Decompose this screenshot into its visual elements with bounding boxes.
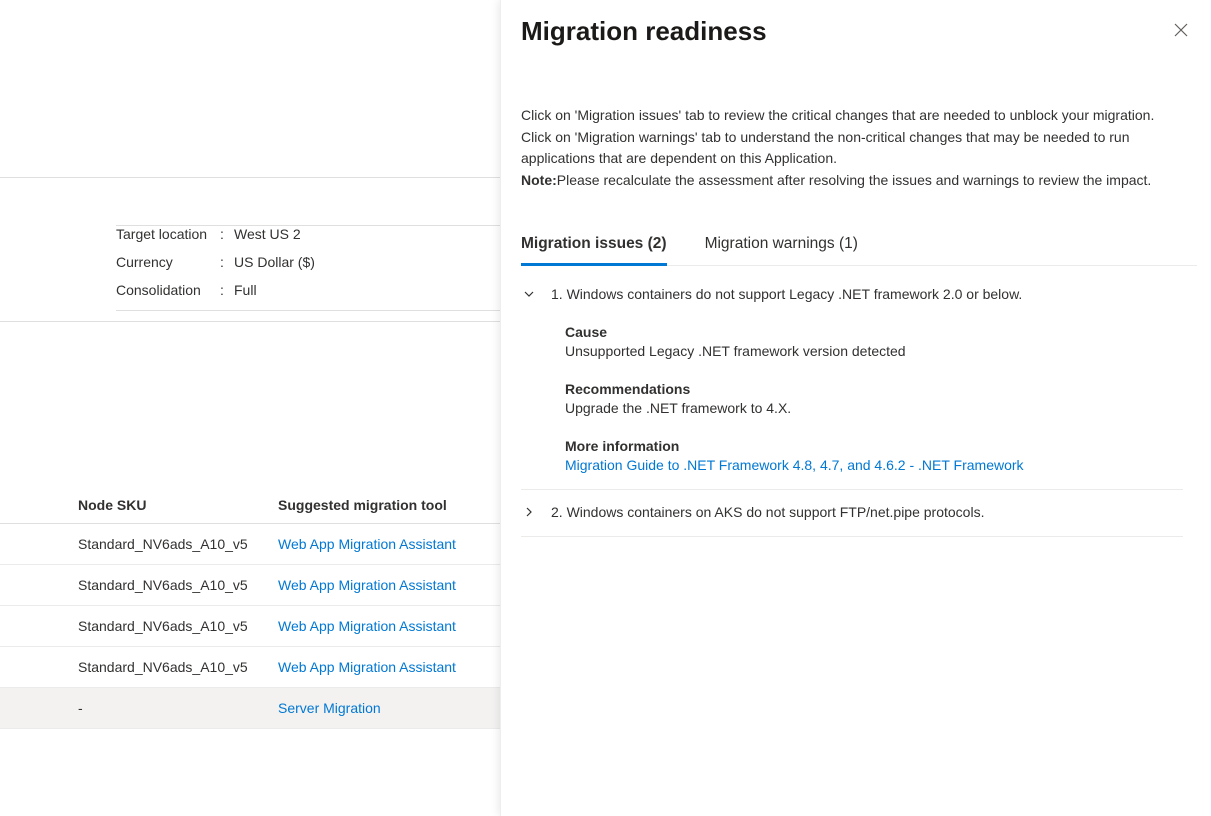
meta-value: Full xyxy=(234,282,257,298)
flyout-header: Migration readiness xyxy=(521,14,1197,47)
cause-label: Cause xyxy=(565,324,1183,340)
meta-colon: : xyxy=(220,226,234,242)
close-icon xyxy=(1174,23,1188,37)
recommendations-label: Recommendations xyxy=(565,381,1183,397)
desc-text: Click on 'Migration issues' tab to revie… xyxy=(521,107,1154,166)
meta-value: West US 2 xyxy=(234,226,301,242)
issue-header[interactable]: 1. Windows containers do not support Leg… xyxy=(521,286,1183,302)
cell-node-sku: Standard_NV6ads_A10_v5 xyxy=(0,659,278,675)
chevron-right-icon xyxy=(521,504,537,520)
table-row[interactable]: Standard_NV6ads_A10_v5Web App Migration … xyxy=(0,565,500,606)
tab-migration-issues[interactable]: Migration issues (2) xyxy=(521,232,667,266)
cell-node-sku: Standard_NV6ads_A10_v5 xyxy=(0,536,278,552)
issue-item: 1. Windows containers do not support Leg… xyxy=(521,272,1183,490)
issue-title: 1. Windows containers do not support Leg… xyxy=(551,286,1022,302)
cell-migration-tool: Server Migration xyxy=(278,700,381,716)
meta-label: Currency xyxy=(116,254,220,270)
meta-label: Target location xyxy=(116,226,220,242)
migration-tool-link[interactable]: Web App Migration Assistant xyxy=(278,536,456,552)
cell-node-sku: - xyxy=(0,700,278,716)
meta-colon: : xyxy=(220,254,234,270)
col-header-tool[interactable]: Suggested migration tool xyxy=(278,497,447,513)
recommendations-text: Upgrade the .NET framework to 4.X. xyxy=(565,400,1183,416)
meta-value: US Dollar ($) xyxy=(234,254,315,270)
cell-node-sku: Standard_NV6ads_A10_v5 xyxy=(0,577,278,593)
flyout-description: Click on 'Migration issues' tab to revie… xyxy=(521,105,1197,192)
chevron-down-icon xyxy=(521,286,537,302)
issue-body: Cause Unsupported Legacy .NET framework v… xyxy=(521,324,1183,473)
table-row[interactable]: Standard_NV6ads_A10_v5Web App Migration … xyxy=(0,524,500,565)
cell-migration-tool: Web App Migration Assistant xyxy=(278,536,456,552)
close-button[interactable] xyxy=(1165,14,1197,46)
table-row[interactable]: Standard_NV6ads_A10_v5Web App Migration … xyxy=(0,606,500,647)
migration-tool-link[interactable]: Web App Migration Assistant xyxy=(278,659,456,675)
migration-tool-link[interactable]: Web App Migration Assistant xyxy=(278,618,456,634)
flyout-tabs: Migration issues (2) Migration warnings … xyxy=(521,232,1197,266)
table-row[interactable]: -Server Migration xyxy=(0,688,500,729)
table-header: Node SKU Suggested migration tool xyxy=(0,485,500,524)
flyout-title: Migration readiness xyxy=(521,16,767,47)
issues-list: 1. Windows containers do not support Leg… xyxy=(521,272,1197,537)
more-info-link[interactable]: Migration Guide to .NET Framework 4.8, 4… xyxy=(565,457,1183,473)
cell-migration-tool: Web App Migration Assistant xyxy=(278,659,456,675)
issue-title: 2. Windows containers on AKS do not supp… xyxy=(551,504,984,520)
more-info-label: More information xyxy=(565,438,1183,454)
note-text: Please recalculate the assessment after … xyxy=(557,172,1152,188)
note-label: Note: xyxy=(521,172,557,188)
divider xyxy=(0,177,500,178)
meta-colon: : xyxy=(220,282,234,298)
migration-tool-link[interactable]: Server Migration xyxy=(278,700,381,716)
migration-tool-link[interactable]: Web App Migration Assistant xyxy=(278,577,456,593)
table-row[interactable]: Standard_NV6ads_A10_v5Web App Migration … xyxy=(0,647,500,688)
col-header-sku[interactable]: Node SKU xyxy=(0,497,278,513)
divider xyxy=(0,321,500,322)
tab-migration-warnings[interactable]: Migration warnings (1) xyxy=(705,232,858,265)
cause-text: Unsupported Legacy .NET framework versio… xyxy=(565,343,1183,359)
cell-node-sku: Standard_NV6ads_A10_v5 xyxy=(0,618,278,634)
cell-migration-tool: Web App Migration Assistant xyxy=(278,618,456,634)
migration-readiness-flyout: Migration readiness Click on 'Migration … xyxy=(500,0,1211,816)
issue-header[interactable]: 2. Windows containers on AKS do not supp… xyxy=(521,504,1183,520)
meta-label: Consolidation xyxy=(116,282,220,298)
issue-item: 2. Windows containers on AKS do not supp… xyxy=(521,490,1183,537)
cell-migration-tool: Web App Migration Assistant xyxy=(278,577,456,593)
sku-table: Node SKU Suggested migration tool Standa… xyxy=(0,485,500,729)
